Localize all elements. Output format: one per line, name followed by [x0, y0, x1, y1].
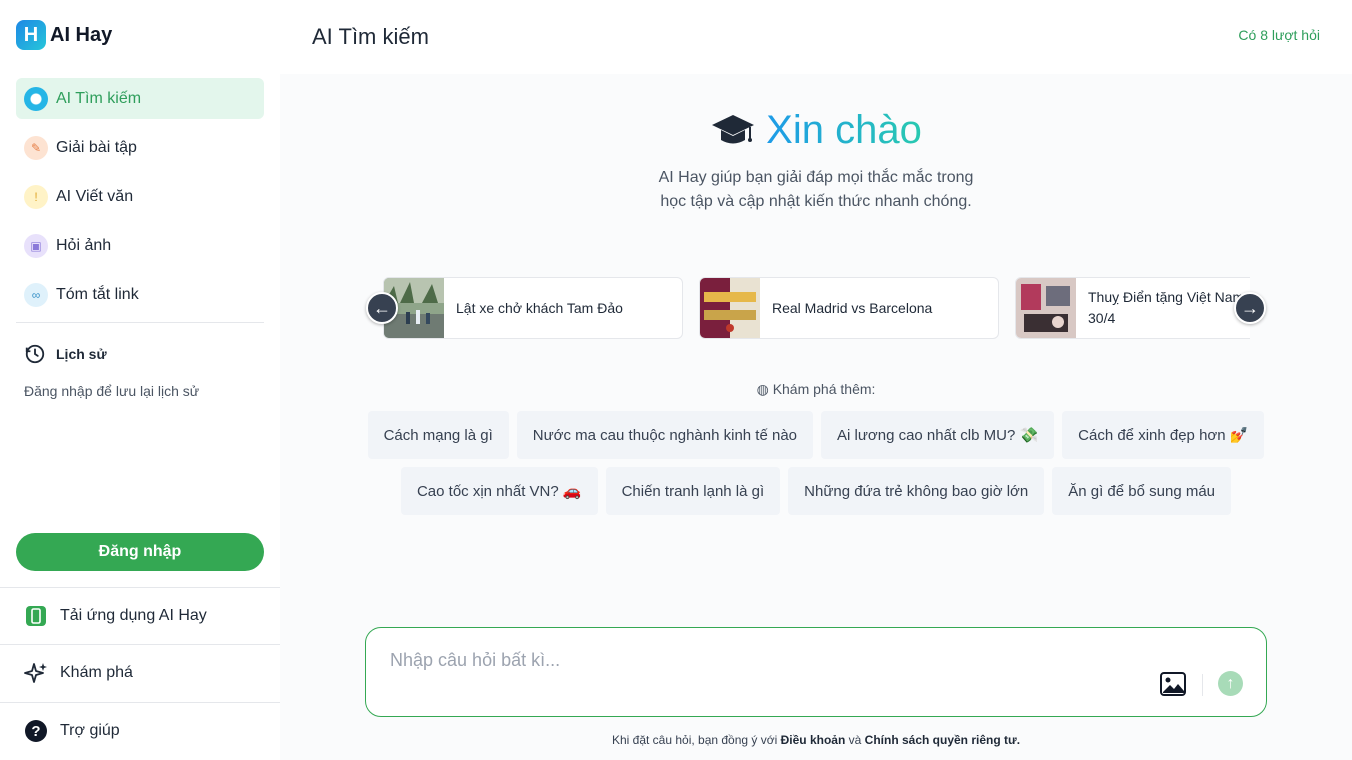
sidebar-item-label: Hỏi ảnh [56, 236, 112, 254]
greeting: Xin chào [710, 108, 922, 153]
sidebar-item-writing[interactable]: ! AI Viết văn [16, 176, 264, 217]
privacy-policy-link[interactable]: Chính sách quyền riêng tư. [865, 733, 1020, 747]
sidebar-item-summarize-link[interactable]: ∞ Tóm tắt link [16, 274, 264, 315]
explore-label: Khám phá [60, 664, 133, 681]
suggestion-chip[interactable]: Ai lương cao nhất clb MU? 💸 [821, 411, 1055, 459]
top-header: AI Tìm kiếm Có 8 lượt hỏi [280, 0, 1352, 74]
sidebar-item-ask-image[interactable]: ▣ Hỏi ảnh [16, 225, 264, 266]
arrow-up-icon: ↑ [1226, 674, 1235, 692]
terms-middle: và [845, 733, 865, 747]
suggestion-chip[interactable]: Chiến tranh lạnh là gì [605, 467, 781, 515]
suggestion-chip[interactable]: Nước ma cau thuộc nghành kinh tế nào [516, 411, 814, 459]
history-note: Đăng nhập để lưu lại lịch sử [24, 383, 200, 399]
history-title: Lịch sử [56, 346, 107, 362]
carousel-next-button[interactable]: → [1234, 292, 1266, 324]
history-header: Lịch sử [24, 343, 107, 365]
carousel-track: Lật xe chở khách Tam Đảo Real Madrid vs … [383, 277, 1250, 339]
input-divider [1202, 674, 1203, 696]
arrow-left-icon: ← [373, 297, 391, 318]
carousel-prev-button[interactable]: ← [366, 292, 398, 324]
image-icon: ▣ [24, 233, 48, 258]
trending-thumbnail [700, 278, 760, 338]
question-quota: Có 8 lượt hỏi [1238, 27, 1320, 43]
sidebar-item-homework[interactable]: ✎ Giải bài tập [16, 127, 264, 168]
download-app-label: Tải ứng dụng AI Hay [60, 607, 207, 624]
login-button[interactable]: Đăng nhập [16, 533, 264, 571]
trending-carousel: Lật xe chở khách Tam Đảo Real Madrid vs … [366, 277, 1266, 339]
logo-text: AI Hay [50, 23, 113, 46]
explore-link[interactable]: Khám phá [0, 644, 280, 701]
trending-title: Thuỵ Điển tặng Việt Nam tư liệu 30/4 [1088, 289, 1250, 326]
arrow-right-icon: → [1241, 297, 1259, 318]
chip-row: Cách mạng là gì Nước ma cau thuộc nghành… [280, 411, 1352, 459]
image-upload-icon [1160, 672, 1186, 696]
question-input[interactable] [390, 646, 1130, 674]
help-link[interactable]: ? Trợ giúp [0, 702, 280, 759]
chip-row: Cao tốc xịn nhất VN? 🚗 Chiến tranh lạnh … [280, 467, 1352, 515]
sidebar-item-label: Tóm tắt link [56, 285, 139, 303]
logo-badge: H [16, 20, 46, 50]
send-button[interactable]: ↑ [1218, 671, 1243, 696]
explore-more-title: Khám phá thêm: [772, 381, 876, 397]
sidebar: H AI Hay AI Tìm kiếm ✎ Giải bài tập ! AI… [0, 0, 280, 760]
trending-card[interactable]: Lật xe chở khách Tam Đảo [383, 277, 683, 339]
help-icon: ? [24, 719, 48, 743]
hero-subtitle-line-1: AI Hay giúp bạn giải đáp mọi thắc mắc tr… [658, 168, 974, 186]
suggestion-chip[interactable]: Những đứa trẻ không bao giờ lớn [788, 467, 1045, 515]
hero-subtitle: AI Hay giúp bạn giải đáp mọi thắc mắc tr… [280, 166, 1352, 214]
hero-subtitle-line-2: học tập và cập nhật kiến thức nhanh chón… [660, 192, 972, 210]
terms-note: Khi đặt câu hỏi, bạn đồng ý với Điều kho… [280, 733, 1352, 747]
globe-icon: ◍ [756, 381, 769, 397]
help-label: Trợ giúp [60, 722, 120, 739]
phone-icon [24, 604, 48, 628]
logo[interactable]: H AI Hay [16, 20, 112, 50]
trending-title: Lật xe chở khách Tam Đảo [456, 299, 623, 316]
sidebar-divider [16, 322, 264, 323]
suggestion-chip[interactable]: Cao tốc xịn nhất VN? 🚗 [400, 467, 598, 515]
suggestion-chip[interactable]: Ăn gì để bổ sung máu [1052, 467, 1232, 515]
sidebar-item-label: Giải bài tập [56, 138, 137, 156]
suggestion-chips: Cách mạng là gì Nước ma cau thuộc nghành… [280, 411, 1352, 523]
suggestion-chip[interactable]: Cách để xinh đẹp hơn 💅 [1062, 411, 1265, 459]
hero: Xin chào AI Hay giúp bạn giải đáp mọi th… [280, 108, 1352, 214]
trending-card[interactable]: Thuỵ Điển tặng Việt Nam tư liệu 30/4 [1015, 277, 1250, 339]
history-icon [25, 344, 45, 364]
search-icon [24, 86, 48, 111]
svg-text:?: ? [31, 723, 40, 740]
bulb-icon: ! [24, 184, 48, 209]
trending-thumbnail [1016, 278, 1076, 338]
download-app-link[interactable]: Tải ứng dụng AI Hay [0, 587, 280, 644]
sidebar-item-label: AI Viết văn [56, 187, 134, 205]
homework-icon: ✎ [24, 135, 48, 160]
question-box: ↑ [365, 627, 1267, 717]
sidebar-item-ai-search[interactable]: AI Tìm kiếm [16, 78, 264, 119]
trending-card[interactable]: Real Madrid vs Barcelona [699, 277, 999, 339]
terms-link[interactable]: Điều khoản [781, 733, 846, 747]
suggestion-chip[interactable]: Cách mạng là gì [367, 411, 509, 459]
upload-image-button[interactable] [1160, 672, 1186, 696]
page-title: AI Tìm kiếm [312, 24, 429, 49]
explore-more-heading: ◍ Khám phá thêm: [280, 381, 1352, 398]
terms-prefix: Khi đặt câu hỏi, bạn đồng ý với [611, 733, 781, 747]
sidebar-nav: AI Tìm kiếm ✎ Giải bài tập ! AI Viết văn… [16, 78, 264, 323]
greeting-text: Xin chào [766, 108, 922, 152]
sidebar-item-label: AI Tìm kiếm [56, 89, 142, 107]
sparkle-icon [24, 661, 48, 685]
link-icon: ∞ [24, 282, 48, 307]
trending-title: Real Madrid vs Barcelona [772, 299, 933, 316]
graduation-cap-icon [712, 114, 755, 143]
